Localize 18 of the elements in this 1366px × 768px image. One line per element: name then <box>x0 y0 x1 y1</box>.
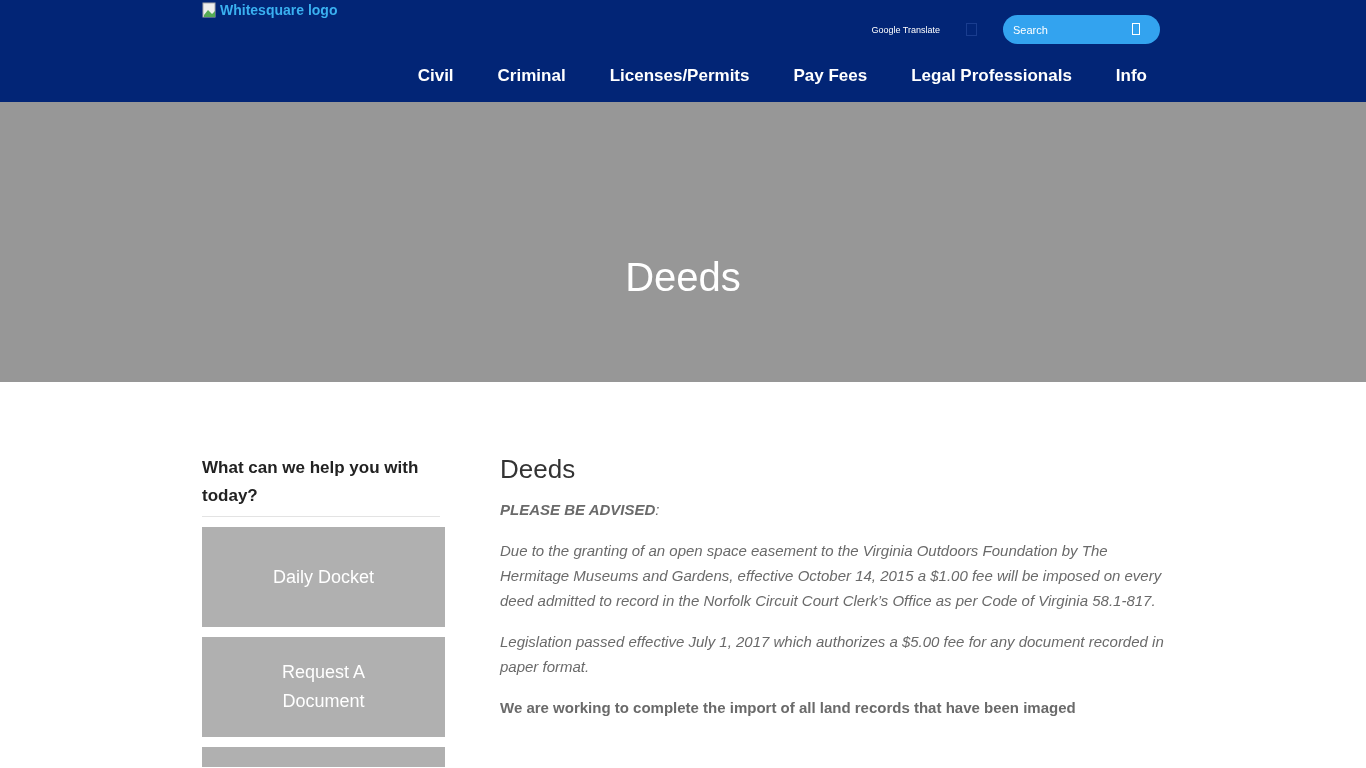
hero-title: Deeds <box>625 254 741 300</box>
nav-link[interactable]: Civil <box>395 52 476 100</box>
nav-link[interactable]: Legal Professionals <box>889 52 1094 100</box>
paragraph: We are working to complete the import of all land records that have been imaged <box>500 698 1077 718</box>
logo-link[interactable]: Whitesquare logo <box>202 0 338 20</box>
translate-label[interactable]: Google Translate <box>871 24 940 35</box>
nav-link[interactable]: Info <box>1093 52 1164 100</box>
search-field[interactable]: Search <box>1003 15 1160 44</box>
sidebar-heading: What can we help you with today? <box>202 454 440 517</box>
paragraph: Due to the granting of an open space easement to the Virginia Outdoors Foundation by The Hermitage Museums and Gardens, effective October 14, 2015 a $1.00 fee will be imposed on every deed admitted to record in the Norfolk Circuit Court Clerk’s Office as per Code of Virginia 58.1-817. <box>500 541 1163 611</box>
paragraph: Legislation passed effective July 1, 2017 which authorizes a $5.00 fee for any document recorded in paper format. <box>500 632 1164 677</box>
nav-link[interactable]: Criminal <box>475 52 588 100</box>
nav-link[interactable]: Pay Fees <box>771 52 890 100</box>
paragraph: PLEASE BE ADVISED: <box>500 500 661 520</box>
content-title: Deeds <box>500 454 577 485</box>
nav-link[interactable]: Licenses/Permits <box>587 52 772 100</box>
broken-image-icon <box>202 2 218 18</box>
search-icon[interactable] <box>1132 23 1140 35</box>
